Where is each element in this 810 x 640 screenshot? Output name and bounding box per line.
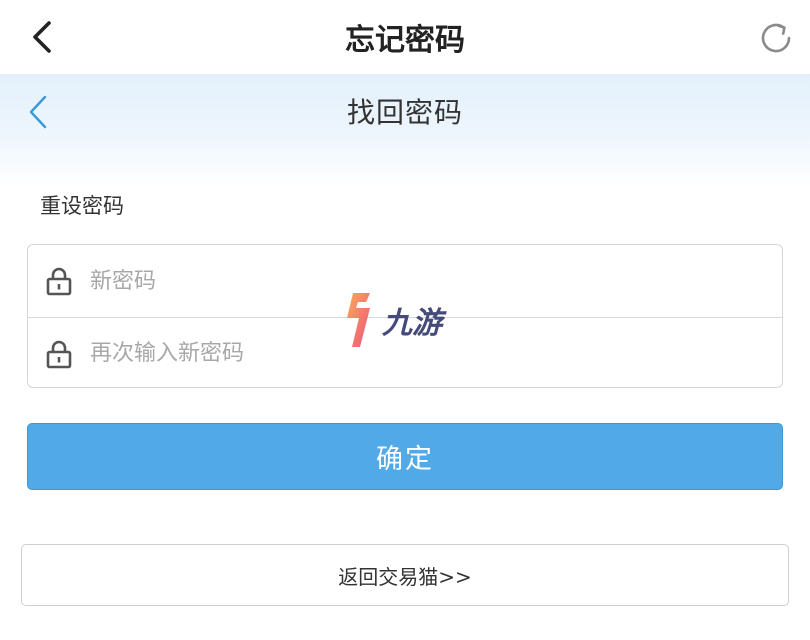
sub-header: 找回密码 xyxy=(0,74,810,186)
top-app-bar: 忘记密码 xyxy=(0,0,810,74)
confirm-button[interactable]: 确定 xyxy=(27,423,783,490)
sub-title: 找回密码 xyxy=(346,96,463,129)
section-label: 重设密码 xyxy=(40,194,124,218)
lock-icon xyxy=(44,266,74,296)
chevron-left-icon xyxy=(33,21,51,53)
sub-back-button[interactable] xyxy=(20,90,56,134)
confirm-password-input[interactable] xyxy=(90,318,782,387)
page-title: 忘记密码 xyxy=(345,23,465,58)
back-button[interactable] xyxy=(22,14,62,60)
new-password-input[interactable] xyxy=(90,245,782,317)
forgot-password-page: 忘记密码 找回密码 重设密码 九游 确定 返回交易猫>> xyxy=(0,0,810,640)
new-password-row xyxy=(28,245,782,317)
chevron-left-icon xyxy=(29,95,47,129)
lock-icon xyxy=(44,339,74,369)
refresh-icon xyxy=(761,23,791,53)
password-input-group xyxy=(27,244,783,388)
refresh-button[interactable] xyxy=(754,16,798,60)
confirm-password-row xyxy=(28,317,782,387)
return-button[interactable]: 返回交易猫>> xyxy=(21,544,789,606)
